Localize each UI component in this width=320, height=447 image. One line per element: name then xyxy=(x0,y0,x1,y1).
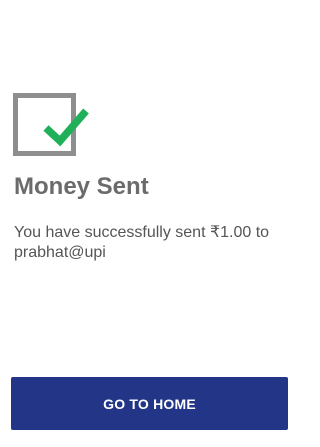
go-to-home-button[interactable]: GO TO HOME xyxy=(11,377,288,430)
checkmark xyxy=(43,108,89,147)
page-title: Money Sent xyxy=(14,173,149,200)
status-message: You have successfully sent ₹1.00 to prab… xyxy=(14,224,270,261)
success-check-graphic xyxy=(13,93,89,156)
checkbox-frame xyxy=(13,93,76,156)
checkbox-checked-icon xyxy=(13,93,89,159)
